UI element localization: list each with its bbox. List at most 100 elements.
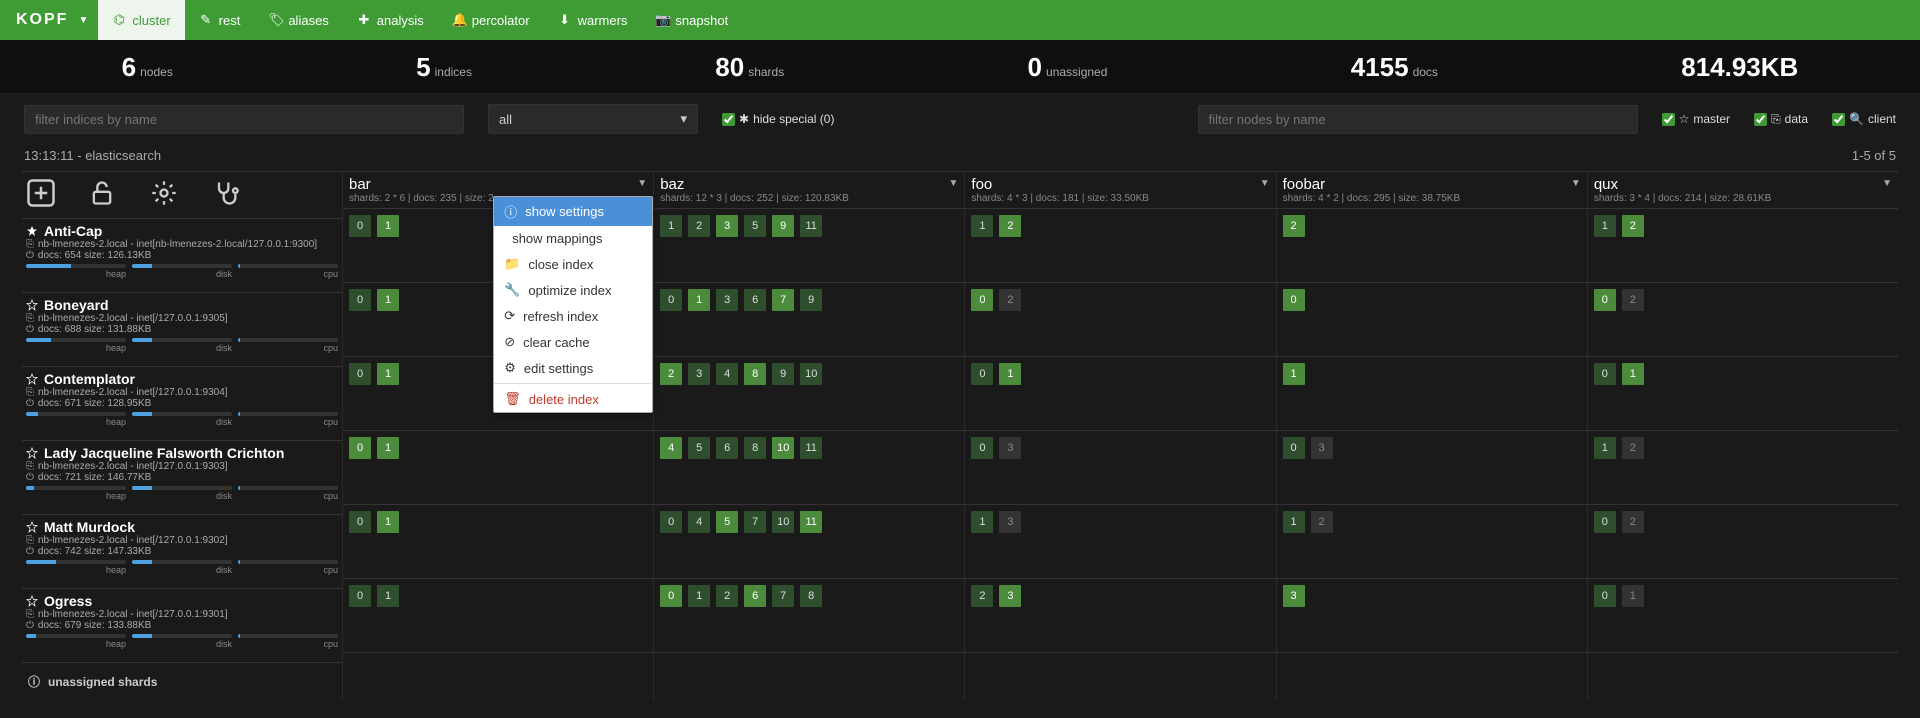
shard[interactable]: 3 — [999, 585, 1021, 607]
chevron-down-icon[interactable]: ▼ — [1882, 178, 1892, 189]
shard[interactable]: 9 — [800, 289, 822, 311]
shard[interactable]: 0 — [660, 511, 682, 533]
shard[interactable]: 7 — [772, 289, 794, 311]
shard[interactable]: 5 — [744, 215, 766, 237]
shard[interactable]: 2 — [1283, 215, 1305, 237]
nav-analysis[interactable]: ✚analysis — [343, 0, 438, 40]
menu-item-delete-index[interactable]: 🗑delete index — [494, 386, 652, 412]
chevron-down-icon[interactable]: ▼ — [637, 178, 647, 189]
index-header[interactable]: qux shards: 3 * 4 | docs: 214 | size: 28… — [1588, 171, 1898, 208]
shard[interactable]: 1 — [1594, 437, 1616, 459]
nav-percolator[interactable]: 🔔percolator — [438, 0, 544, 40]
shard[interactable]: 0 — [1594, 289, 1616, 311]
hide-special-input[interactable] — [722, 113, 735, 126]
shard[interactable]: 0 — [349, 289, 371, 311]
menu-item-refresh-index[interactable]: ⟳refresh index — [494, 303, 652, 329]
shard[interactable]: 3 — [688, 363, 710, 385]
filter-nodes-input[interactable] — [1198, 105, 1638, 134]
shard[interactable]: 1 — [999, 363, 1021, 385]
hide-special-checkbox[interactable]: ✱ hide special (0) — [722, 112, 834, 126]
chevron-down-icon[interactable]: ▼ — [1571, 178, 1581, 189]
shard[interactable]: 4 — [716, 363, 738, 385]
nav-rest[interactable]: ✎rest — [185, 0, 255, 40]
shard[interactable]: 1 — [377, 585, 399, 607]
shard[interactable]: 7 — [744, 511, 766, 533]
shard[interactable]: 2 — [1622, 289, 1644, 311]
client-input[interactable] — [1832, 113, 1845, 126]
menu-item-optimize-index[interactable]: 🔧optimize index — [494, 277, 652, 303]
index-header[interactable]: foo shards: 4 * 3 | docs: 181 | size: 33… — [965, 171, 1275, 208]
shard[interactable]: 2 — [1622, 215, 1644, 237]
menu-item-edit-settings[interactable]: ⚙edit settings — [494, 355, 652, 381]
nav-aliases[interactable]: 🏷aliases — [254, 0, 342, 40]
shard[interactable]: 6 — [744, 289, 766, 311]
shard[interactable]: 2 — [971, 585, 993, 607]
shard[interactable]: 2 — [1622, 437, 1644, 459]
shard[interactable]: 11 — [800, 215, 822, 237]
shard[interactable]: 1 — [688, 289, 710, 311]
shard[interactable]: 6 — [744, 585, 766, 607]
shard[interactable]: 1 — [1283, 363, 1305, 385]
nav-snapshot[interactable]: 📷snapshot — [641, 0, 742, 40]
shard[interactable]: 8 — [800, 585, 822, 607]
shard[interactable]: 1 — [377, 215, 399, 237]
shard[interactable]: 1 — [688, 585, 710, 607]
shard[interactable]: 8 — [744, 363, 766, 385]
client-checkbox[interactable]: 🔍 client — [1832, 112, 1896, 126]
shard[interactable]: 11 — [800, 437, 822, 459]
shard[interactable]: 2 — [1622, 511, 1644, 533]
chevron-down-icon[interactable]: ▼ — [949, 178, 959, 189]
shard[interactable]: 10 — [772, 437, 794, 459]
shard[interactable]: 0 — [660, 585, 682, 607]
index-header[interactable]: bar shards: 2 * 6 | docs: 235 | size: 2 … — [343, 171, 653, 208]
shard[interactable]: 1 — [377, 437, 399, 459]
shard[interactable]: 1 — [1283, 511, 1305, 533]
brand[interactable]: KOPF ▼ — [8, 11, 98, 29]
shard[interactable]: 0 — [971, 363, 993, 385]
shard[interactable]: 9 — [772, 215, 794, 237]
shard[interactable]: 1 — [377, 511, 399, 533]
shard[interactable]: 2 — [660, 363, 682, 385]
master-checkbox[interactable]: ☆ master — [1662, 112, 1730, 126]
shard[interactable]: 3 — [999, 437, 1021, 459]
shard[interactable]: 9 — [772, 363, 794, 385]
shard[interactable]: 2 — [999, 289, 1021, 311]
shard[interactable]: 8 — [744, 437, 766, 459]
shard[interactable]: 0 — [1283, 289, 1305, 311]
shard[interactable]: 2 — [716, 585, 738, 607]
shard[interactable]: 0 — [349, 437, 371, 459]
shard[interactable]: 2 — [1311, 511, 1333, 533]
shard[interactable]: 1 — [377, 289, 399, 311]
shard[interactable]: 3 — [1311, 437, 1333, 459]
shard[interactable]: 10 — [772, 511, 794, 533]
shard[interactable]: 0 — [349, 585, 371, 607]
shard[interactable]: 4 — [688, 511, 710, 533]
chevron-down-icon[interactable]: ▼ — [1260, 178, 1270, 189]
shard[interactable]: 0 — [660, 289, 682, 311]
shard[interactable]: 0 — [971, 289, 993, 311]
shard[interactable]: 1 — [1594, 215, 1616, 237]
shard[interactable]: 6 — [716, 437, 738, 459]
shard[interactable]: 0 — [971, 437, 993, 459]
shard[interactable]: 0 — [1594, 585, 1616, 607]
shard[interactable]: 1 — [971, 511, 993, 533]
lock-button[interactable] — [88, 179, 126, 207]
menu-item-show-settings[interactable]: ⓘshow settings — [494, 197, 652, 226]
nav-warmers[interactable]: ⬇warmers — [544, 0, 642, 40]
data-input[interactable] — [1754, 113, 1767, 126]
shard[interactable]: 7 — [772, 585, 794, 607]
shard[interactable]: 3 — [999, 511, 1021, 533]
settings-button[interactable] — [150, 179, 188, 207]
filter-indices-input[interactable] — [24, 105, 464, 134]
shard[interactable]: 2 — [688, 215, 710, 237]
shard[interactable]: 5 — [688, 437, 710, 459]
data-checkbox[interactable]: ⎘ data — [1754, 112, 1808, 127]
shard[interactable]: 0 — [1594, 363, 1616, 385]
shard[interactable]: 0 — [349, 363, 371, 385]
shard[interactable]: 0 — [1594, 511, 1616, 533]
shard[interactable]: 11 — [800, 511, 822, 533]
shard[interactable]: 2 — [999, 215, 1021, 237]
shard[interactable]: 1 — [1622, 363, 1644, 385]
add-index-button[interactable] — [26, 178, 64, 208]
index-header[interactable]: baz shards: 12 * 3 | docs: 252 | size: 1… — [654, 171, 964, 208]
